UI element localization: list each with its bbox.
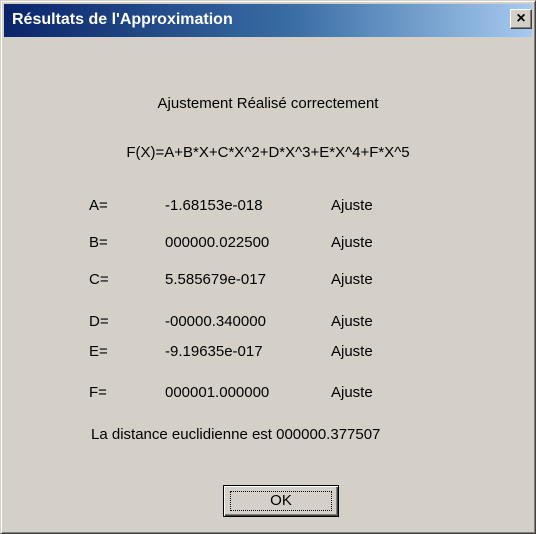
coef-value-d: -00000.340000 [165, 313, 266, 330]
coef-status-c: Ajuste [331, 271, 373, 288]
coef-name-a: A= [89, 197, 108, 214]
coef-name-f: F= [89, 384, 107, 401]
coef-value-c: 5.585679e-017 [165, 271, 266, 288]
distance-text: La distance euclidienne est 000000.37750… [91, 426, 381, 443]
coef-value-a: -1.68153e-018 [165, 197, 263, 214]
coef-name-d: D= [89, 313, 109, 330]
coef-name-c: C= [89, 271, 109, 288]
coef-status-f: Ajuste [331, 384, 373, 401]
ok-button-label: OK [270, 492, 292, 509]
coef-value-b: 000000.022500 [165, 234, 270, 251]
close-icon: × [516, 10, 526, 27]
title-bar[interactable]: Résultats de l'Approximation × [4, 4, 532, 37]
coef-name-e: E= [89, 343, 108, 360]
coef-status-a: Ajuste [331, 197, 373, 214]
coef-name-b: B= [89, 234, 108, 251]
coef-status-d: Ajuste [331, 313, 373, 330]
ok-button[interactable]: OK [223, 485, 339, 517]
coef-status-b: Ajuste [331, 234, 373, 251]
status-message: Ajustement Réalisé correctement [157, 95, 379, 112]
window-title: Résultats de l'Approximation [12, 11, 233, 28]
dialog-window: Résultats de l'Approximation × Ajustemen… [0, 0, 536, 534]
close-button[interactable]: × [510, 9, 532, 29]
coef-status-e: Ajuste [331, 343, 373, 360]
formula-text: F(X)=A+B*X+C*X^2+D*X^3+E*X^4+F*X^5 [126, 144, 410, 161]
coef-value-f: 000001.000000 [165, 384, 270, 401]
coef-value-e: -9.19635e-017 [165, 343, 263, 360]
